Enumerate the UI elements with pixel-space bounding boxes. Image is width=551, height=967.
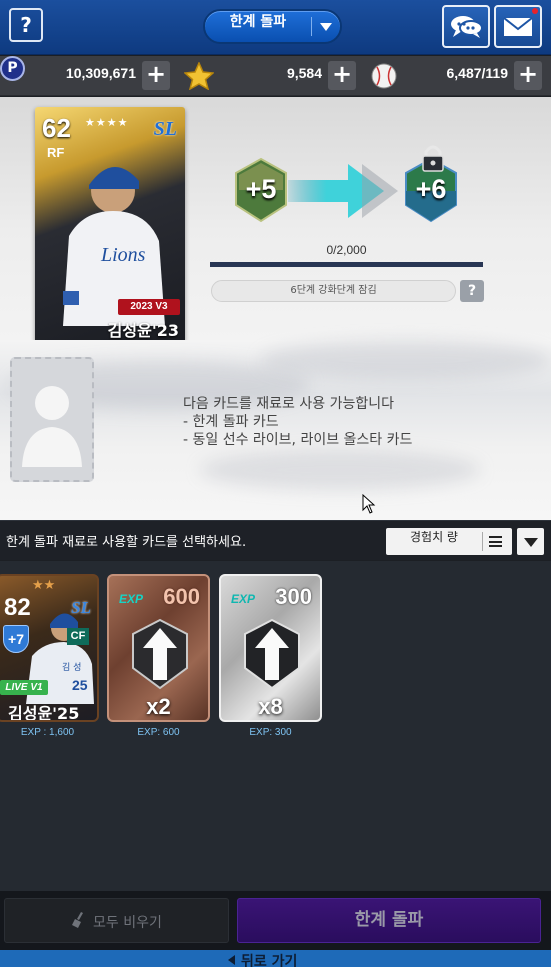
sort-dropdown-divider bbox=[482, 532, 483, 551]
currency-bar: P 10,309,671 + 9,584 + 6,487/119 + bbox=[0, 56, 551, 96]
material-card-player[interactable]: ★★ 김 성 25 82 +7 SL CF LIVE V1 김성윤'25 bbox=[0, 574, 99, 722]
card-exp-label: EXP: 300 bbox=[249, 727, 292, 738]
current-level-badge: +5 bbox=[233, 157, 289, 223]
sort-dropdown-label: 경험치 량 bbox=[410, 530, 458, 544]
card-plus-level: +7 bbox=[3, 625, 29, 653]
points-value: 10,309,671 bbox=[65, 65, 136, 81]
hint-line: 다음 카드를 재료로 사용 가능합니다 bbox=[183, 396, 394, 412]
clear-all-label: 모두 비우기 bbox=[93, 915, 162, 931]
add-stars-button[interactable]: + bbox=[328, 61, 356, 90]
chevron-down-icon bbox=[524, 538, 538, 547]
card-position: CF bbox=[67, 628, 89, 645]
sort-dropdown[interactable]: 경험치 량 bbox=[386, 528, 512, 555]
lock-notice: 6단계 강화단계 잠김 bbox=[211, 280, 456, 302]
limit-break-screen: ? 한계 돌파 P 10,309,671 + 9,584 + 6,487/119… bbox=[0, 0, 551, 967]
exp-tag: EXP bbox=[119, 592, 144, 606]
back-button[interactable]: 뒤로 가기 bbox=[0, 950, 551, 967]
stars-value: 9,584 bbox=[286, 65, 322, 81]
card-overall: 62 bbox=[42, 113, 71, 143]
material-slot-empty[interactable] bbox=[10, 357, 94, 482]
player-silhouette-icon bbox=[22, 386, 82, 467]
card-position: RF bbox=[47, 145, 65, 160]
upgrade-arrow-icon bbox=[132, 618, 188, 690]
mode-dropdown[interactable]: 한계 돌파 bbox=[203, 9, 342, 44]
card-player-name: 김성윤'23 bbox=[107, 321, 179, 340]
hint-line: - 동일 선수 라이브, 라이브 올스타 카드 bbox=[183, 432, 413, 448]
team-logo: SL bbox=[71, 598, 91, 617]
add-points-button[interactable]: + bbox=[142, 61, 170, 90]
next-level: +6 bbox=[415, 174, 447, 204]
current-level: +5 bbox=[245, 174, 277, 204]
add-balls-button[interactable]: + bbox=[514, 61, 542, 90]
info-button[interactable]: ? bbox=[460, 280, 484, 302]
svg-text:Lions: Lions bbox=[100, 244, 146, 266]
points-icon: P bbox=[0, 56, 25, 81]
material-card-exp-300[interactable]: EXP 300 x8 bbox=[219, 574, 322, 722]
cloud-decoration bbox=[260, 340, 551, 380]
back-text: 뒤로 가기 bbox=[241, 954, 298, 967]
broom-icon bbox=[72, 912, 83, 928]
progress-text: 0/2,000 bbox=[326, 243, 367, 257]
clear-all-button[interactable]: 모두 비우기 bbox=[4, 898, 229, 943]
material-card-exp-600[interactable]: EXP 600 x2 bbox=[107, 574, 210, 722]
card-exp-label: EXP: 600 bbox=[137, 727, 180, 738]
chat-button[interactable] bbox=[442, 5, 490, 48]
exp-multiplier: x8 bbox=[258, 694, 283, 719]
mode-dropdown-label: 한계 돌파 bbox=[229, 14, 287, 30]
mode-dropdown-divider bbox=[311, 17, 312, 36]
chevron-down-icon bbox=[320, 23, 332, 31]
material-list-header: 한계 돌파 재료로 사용할 카드를 선택하세요. 경험치 량 bbox=[0, 520, 551, 560]
exp-value: 600 bbox=[163, 584, 200, 609]
notification-dot bbox=[532, 8, 538, 14]
exp-multiplier: x2 bbox=[146, 694, 171, 719]
limit-break-button[interactable]: 한계 돌파 bbox=[237, 898, 541, 943]
card-stars: ★★★★ bbox=[85, 116, 129, 129]
balls-value: 6,487/119 bbox=[446, 65, 508, 81]
material-list-title: 한계 돌파 재료로 사용할 카드를 선택하세요. bbox=[6, 535, 247, 550]
sort-order-button[interactable] bbox=[517, 528, 544, 555]
arrow-right-icon bbox=[288, 164, 398, 218]
mail-button[interactable] bbox=[494, 5, 542, 48]
card-overall: 82 bbox=[4, 594, 31, 621]
star-icon bbox=[184, 62, 214, 90]
chat-icon bbox=[451, 16, 483, 38]
card-player-name: 김성윤'25 bbox=[8, 704, 80, 722]
back-button-label: 뒤로 가기 bbox=[228, 951, 297, 967]
card-season-badge: LIVE V1 bbox=[0, 680, 48, 695]
help-button[interactable]: ? bbox=[9, 8, 43, 42]
team-logo: SL bbox=[153, 118, 177, 140]
mouse-cursor-icon bbox=[362, 494, 376, 514]
menu-icon bbox=[489, 536, 502, 547]
baseball-icon bbox=[371, 63, 397, 89]
cloud-decoration bbox=[200, 450, 480, 490]
lock-icon bbox=[422, 145, 444, 172]
progress-bar bbox=[210, 262, 483, 267]
target-player-card[interactable]: Lions 62 RF ★★★★ SL 2023 V3 김성윤'23 bbox=[35, 107, 185, 343]
top-bar: ? 한계 돌파 bbox=[0, 0, 551, 55]
card-season-badge: 2023 V3 bbox=[118, 299, 180, 315]
exp-value: 300 bbox=[275, 584, 312, 609]
upgrade-arrow-icon bbox=[244, 618, 300, 690]
svg-text:김 성: 김 성 bbox=[62, 661, 81, 673]
card-exp-label: EXP : 1,600 bbox=[20, 727, 75, 738]
svg-text:25: 25 bbox=[72, 677, 88, 693]
exp-tag: EXP bbox=[231, 592, 256, 606]
card-stars: ★★ bbox=[32, 578, 56, 593]
material-hint: 다음 카드를 재료로 사용 가능합니다 - 한계 돌파 카드 - 동일 선수 라… bbox=[183, 395, 412, 449]
chevron-left-icon bbox=[228, 955, 235, 965]
hint-line: - 한계 돌파 카드 bbox=[183, 414, 279, 430]
